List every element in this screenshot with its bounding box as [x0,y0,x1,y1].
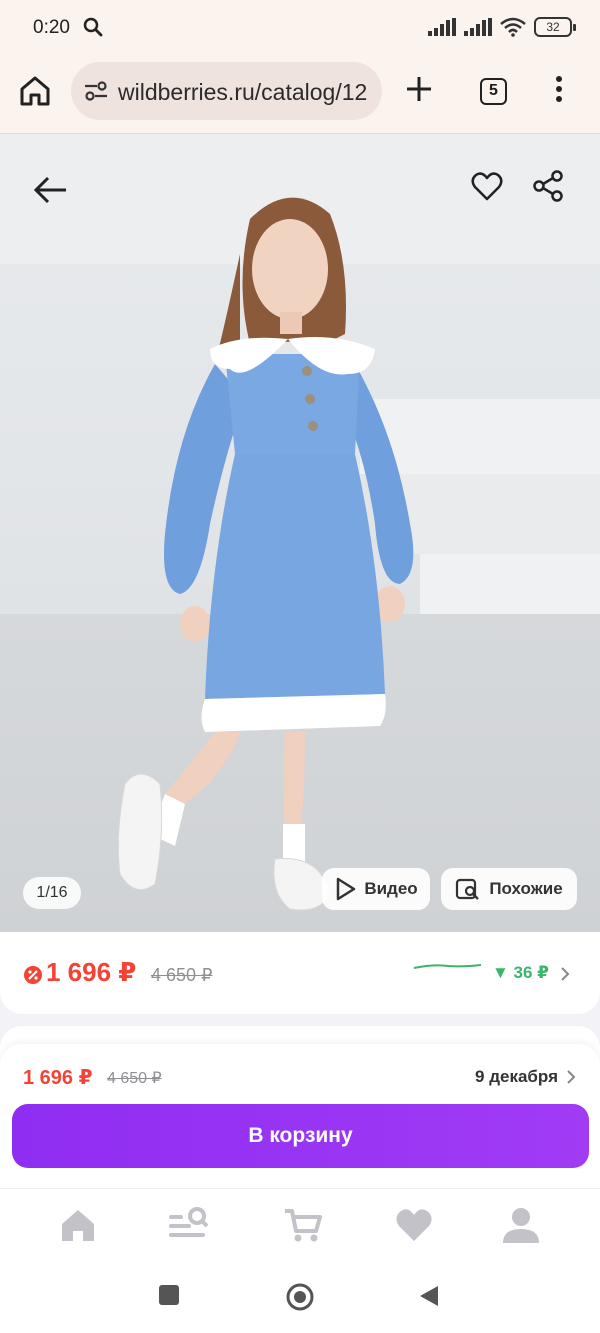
chevron-right-icon[interactable] [566,1069,576,1085]
nav-profile[interactable] [501,1205,541,1245]
panel-price: 1 696 ₽ [23,1067,93,1089]
battery-icon: 32 [534,17,576,37]
discount-icon [23,965,43,990]
home-icon [62,1210,94,1241]
search-icon [82,16,104,43]
panel-old-price: 4 650 ₽ [107,1070,162,1087]
signal-icon [428,18,456,36]
url-text: wildberries.ru/catalog/12 [118,79,368,105]
current-price: 1 696 ₽ [46,957,137,987]
price-card: 1 696 ₽ 4 650 ₽ ▼ 36 ₽ [0,932,600,1014]
similar-label: Похожие [489,879,563,898]
back-button[interactable] [30,170,76,210]
plus-icon [407,77,431,101]
system-navigation-bar [0,1260,600,1333]
image-search-icon [456,878,480,900]
product-illustration [117,197,414,911]
nav-catalog[interactable] [167,1205,209,1245]
price-trend-line[interactable] [413,962,483,974]
old-price: 4 650 ₽ [151,965,213,985]
status-indicators: 32 [428,17,576,37]
favorite-button[interactable] [470,170,506,206]
tabs-count-button[interactable]: 5 [480,78,507,105]
nav-home[interactable] [58,1205,98,1245]
cart-icon [285,1209,322,1242]
triangle-back-icon [420,1286,438,1306]
wifi-icon [500,17,526,37]
more-vertical-icon [556,76,562,102]
price-trend-value[interactable]: ▼ 36 ₽ [492,963,549,983]
arrow-left-icon [33,176,66,204]
heart-outline-icon [471,172,503,201]
bottom-navigation [0,1188,600,1260]
catalog-search-icon [169,1207,209,1237]
video-label: Видео [364,879,418,898]
home-icon [20,76,50,106]
url-bar[interactable]: wildberries.ru/catalog/12 [71,62,382,120]
product-image[interactable]: 1/16 Видео Похожие [0,134,600,932]
favorites-icon [396,1209,432,1241]
profile-icon [503,1208,539,1243]
home-system-button[interactable] [285,1282,315,1317]
browser-toolbar: wildberries.ru/catalog/12 5 [0,58,600,134]
home-button[interactable] [18,74,54,110]
recent-apps-button[interactable] [158,1284,180,1311]
play-icon [337,877,356,901]
new-tab-button[interactable] [404,74,434,104]
share-button[interactable] [530,168,568,206]
video-button[interactable]: Видео [322,868,430,910]
site-settings-icon[interactable] [83,79,109,108]
similar-button[interactable]: Похожие [441,868,577,910]
status-bar: 0:20 32 [0,0,600,58]
status-time: 0:20 [33,17,70,38]
chevron-right-icon[interactable] [560,966,570,982]
back-system-button[interactable] [418,1284,440,1313]
browser-menu-button[interactable] [553,74,565,109]
signal-icon [464,18,492,36]
square-icon [159,1285,179,1305]
buy-panel: 1 696 ₽ 4 650 ₽ 9 декабря В корзину [0,1044,600,1188]
image-counter: 1/16 [23,877,81,909]
nav-favorites[interactable] [394,1205,434,1245]
delivery-date[interactable]: 9 декабря [475,1067,558,1087]
share-icon [533,170,563,202]
nav-cart[interactable] [283,1205,323,1245]
add-to-cart-button[interactable]: В корзину [12,1104,589,1168]
circle-icon [286,1283,314,1311]
